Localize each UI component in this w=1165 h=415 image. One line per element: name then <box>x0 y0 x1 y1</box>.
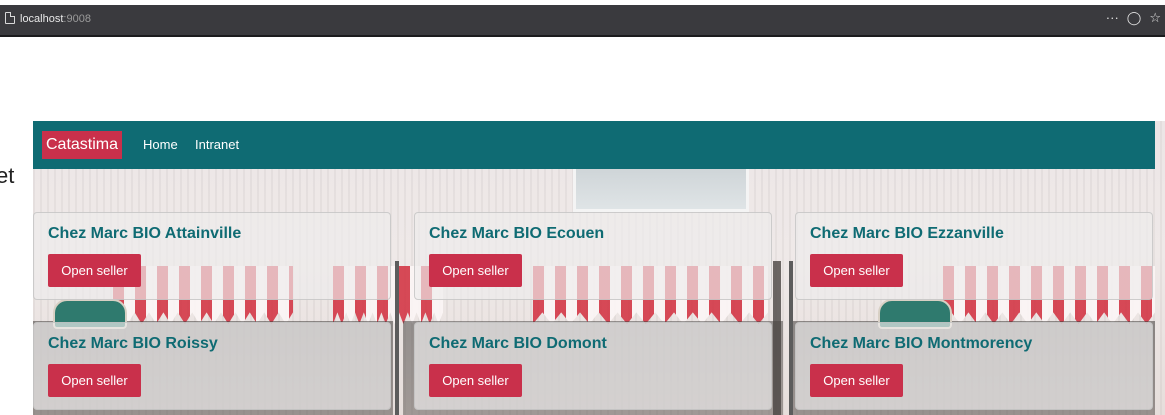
seller-name: Chez Marc BIO Montmorency <box>810 335 1033 352</box>
open-seller-button[interactable]: Open seller <box>429 254 522 287</box>
open-seller-button[interactable]: Open seller <box>48 364 141 397</box>
seller-card: Chez Marc BIO Ecouen Open seller <box>414 212 772 300</box>
pocket-icon[interactable]: ◯ <box>1127 9 1142 27</box>
browser-toolbar: localhost:9008 ··· ◯ ☆ <box>0 0 1165 38</box>
open-seller-button[interactable]: Open seller <box>810 364 903 397</box>
seller-card: Chez Marc BIO Ezzanville Open seller <box>795 212 1153 300</box>
seller-card: Chez Marc BIO Attainville Open seller <box>33 212 391 300</box>
seller-card: Chez Marc BIO Domont Open seller <box>414 322 772 410</box>
browser-actions: ··· ◯ ☆ <box>1106 9 1161 27</box>
url-text[interactable]: localhost:9008 <box>20 12 91 26</box>
address-bar[interactable]: localhost:9008 ··· ◯ ☆ <box>0 5 1165 37</box>
app-viewport: Catastima Home Intranet Chez Marc BIO At… <box>33 121 1165 415</box>
open-seller-button[interactable]: Open seller <box>48 254 141 287</box>
seller-card: Chez Marc BIO Roissy Open seller <box>33 322 391 410</box>
nav-link-home[interactable]: Home <box>143 121 178 169</box>
more-icon[interactable]: ··· <box>1106 9 1119 27</box>
seller-name: Chez Marc BIO Domont <box>429 335 607 352</box>
seller-name: Chez Marc BIO Ezzanville <box>810 225 1004 242</box>
cut-off-text: et <box>0 163 15 188</box>
open-seller-button[interactable]: Open seller <box>810 254 903 287</box>
open-seller-button[interactable]: Open seller <box>429 364 522 397</box>
seller-card: Chez Marc BIO Montmorency Open seller <box>795 322 1153 410</box>
seller-name: Chez Marc BIO Ecouen <box>429 225 605 242</box>
seller-name: Chez Marc BIO Roissy <box>48 335 218 352</box>
page-icon <box>5 12 15 24</box>
navbar: Catastima Home Intranet <box>33 121 1155 169</box>
nav-link-intranet[interactable]: Intranet <box>195 121 239 169</box>
star-icon[interactable]: ☆ <box>1149 9 1161 27</box>
seller-name: Chez Marc BIO Attainville <box>48 225 242 242</box>
brand-logo[interactable]: Catastima <box>42 131 123 159</box>
